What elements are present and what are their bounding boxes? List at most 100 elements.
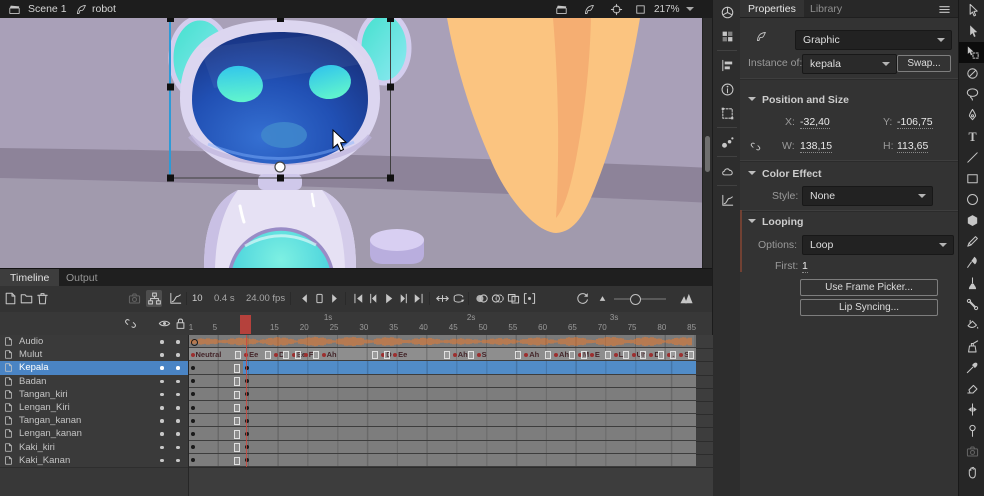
keyframe-dot[interactable] <box>191 445 195 449</box>
frame-span[interactable] <box>243 388 696 400</box>
layer-name[interactable]: Kepala <box>19 362 49 373</box>
layer-lock-dot[interactable] <box>176 446 180 450</box>
layer-row-Lengan_kanan[interactable]: Lengan_kanan <box>0 427 188 441</box>
keyframe-dot[interactable] <box>590 353 594 357</box>
layer-row-Mulut[interactable]: Mulut <box>0 348 188 362</box>
edit-multiple-frames-button[interactable] <box>505 290 521 307</box>
frame-rate[interactable]: 24.00 fps <box>246 293 285 304</box>
layer-visibility-dot[interactable] <box>160 446 164 450</box>
keyframe-dot[interactable] <box>322 353 326 357</box>
eyedropper-tool[interactable] <box>959 357 984 378</box>
frames-row-Audio[interactable] <box>189 335 713 349</box>
frame-span[interactable] <box>189 441 243 453</box>
keyframe-dot[interactable] <box>304 353 308 357</box>
info-icon[interactable] <box>713 77 741 101</box>
layer-lock-dot[interactable] <box>176 393 180 397</box>
reset-timeline-zoom-button[interactable] <box>574 290 590 307</box>
tab-library[interactable]: Library <box>802 0 850 17</box>
go-last-frame-button[interactable] <box>410 290 426 307</box>
layer-visibility-dot[interactable] <box>160 432 164 436</box>
step-forward-button[interactable] <box>326 290 342 307</box>
frames-row-Mulut[interactable]: NeutralEeDEeFAhDEeAhSAhAhMELUhD..S <box>189 348 713 362</box>
keyframe-dot[interactable] <box>191 432 195 436</box>
layer-lock-dot[interactable] <box>176 432 180 436</box>
frames-row-Kaki_kiri[interactable] <box>189 441 713 455</box>
stage-canvas[interactable] <box>0 18 712 268</box>
layer-lock-dot[interactable] <box>176 406 180 410</box>
layer-lock-dot[interactable] <box>176 353 180 357</box>
pencil-tool[interactable] <box>959 231 984 252</box>
clapperboard-menu-icon[interactable] <box>552 1 570 17</box>
layer-name[interactable]: Lengan_kanan <box>19 428 82 439</box>
layer-name[interactable]: Kaki_Kanan <box>19 455 70 466</box>
h-value[interactable]: 113,65 <box>897 140 928 153</box>
layer-lock-dot[interactable] <box>176 380 180 384</box>
playhead-marker[interactable] <box>240 315 251 334</box>
layer-name[interactable]: Lengan_Kiri <box>19 402 70 413</box>
use-frame-picker-button[interactable]: Use Frame Picker... <box>800 279 938 296</box>
layer-name[interactable]: Audio <box>19 336 43 347</box>
prev-keyframe-button[interactable] <box>365 290 381 307</box>
cc-libraries-icon[interactable] <box>713 159 741 183</box>
frames-row-Kaki_Kanan[interactable] <box>189 454 713 468</box>
pen-tool[interactable] <box>959 105 984 126</box>
modify-markers-button[interactable] <box>521 290 537 307</box>
new-folder-button[interactable] <box>18 290 34 307</box>
keyframe-dot[interactable] <box>191 392 195 396</box>
frame-span[interactable] <box>189 414 243 426</box>
rectangle-tool[interactable] <box>959 168 984 189</box>
layer-lock-dot[interactable] <box>176 340 180 344</box>
keyframe-dot[interactable] <box>679 353 683 357</box>
center-stage-icon[interactable] <box>607 1 625 17</box>
timeline-zoom-slider-knob[interactable] <box>630 294 641 305</box>
gradient-transform-tool[interactable] <box>959 63 984 84</box>
align-icon[interactable] <box>713 53 741 77</box>
frames-row-Kepala[interactable] <box>189 361 713 375</box>
layer-visibility-dot[interactable] <box>160 459 164 463</box>
layer-row-Badan[interactable]: Badan <box>0 375 188 389</box>
frame-span[interactable] <box>243 375 696 387</box>
keyframe-dot[interactable] <box>393 353 397 357</box>
frames-row-Tangan_kanan[interactable] <box>189 414 713 428</box>
hand-tool[interactable] <box>959 462 984 483</box>
audio-frame-span[interactable] <box>189 335 696 347</box>
keyframe-dot[interactable] <box>191 353 195 357</box>
symbol-behavior-select[interactable]: Graphic <box>795 30 952 50</box>
frames-row-Lengan_Kiri[interactable] <box>189 401 713 415</box>
keyframe-dot[interactable] <box>191 406 195 410</box>
step-back-button[interactable] <box>296 290 312 307</box>
loop-playback-button[interactable] <box>450 290 466 307</box>
camera-tool[interactable] <box>959 441 984 462</box>
layer-visibility-dot[interactable] <box>160 419 164 423</box>
link-width-height-icon[interactable] <box>746 138 764 154</box>
frame-span[interactable] <box>243 427 696 439</box>
section-position-size[interactable]: Position and Size <box>748 94 849 106</box>
w-value[interactable]: 138,15 <box>800 140 832 153</box>
delete-layer-button[interactable] <box>34 290 50 307</box>
onion-skin-button[interactable] <box>473 290 489 307</box>
panel-menu-icon[interactable] <box>936 1 952 18</box>
camera-toggle-icon[interactable] <box>126 290 142 307</box>
selection-tool[interactable] <box>959 0 984 21</box>
transform-icon[interactable] <box>713 101 741 125</box>
layer-parenting-toggle[interactable] <box>146 290 162 307</box>
paint-brush-tool[interactable] <box>959 273 984 294</box>
canvas-vertical-scrollbar[interactable] <box>702 18 712 268</box>
lip-syncing-button[interactable]: Lip Syncing... <box>800 299 938 316</box>
paint-bucket-tool[interactable] <box>959 315 984 336</box>
layer-row-Lengan_Kiri[interactable]: Lengan_Kiri <box>0 401 188 415</box>
layer-visibility-dot[interactable] <box>160 366 164 370</box>
width-tool[interactable] <box>959 399 984 420</box>
frame-span[interactable] <box>189 388 243 400</box>
frame-span[interactable] <box>243 401 696 413</box>
center-frame-button[interactable] <box>434 290 450 307</box>
tab-timeline[interactable]: Timeline <box>0 269 59 286</box>
color-icon[interactable] <box>713 0 741 24</box>
frame-span[interactable] <box>189 454 243 466</box>
tab-output[interactable]: Output <box>56 269 108 286</box>
asset-warp-tool[interactable] <box>959 420 984 441</box>
section-color-effect[interactable]: Color Effect <box>748 168 822 180</box>
timeline-zoom-in-icon[interactable] <box>678 290 694 307</box>
next-keyframe-button[interactable] <box>395 290 411 307</box>
keyframe-dot[interactable] <box>191 419 195 423</box>
